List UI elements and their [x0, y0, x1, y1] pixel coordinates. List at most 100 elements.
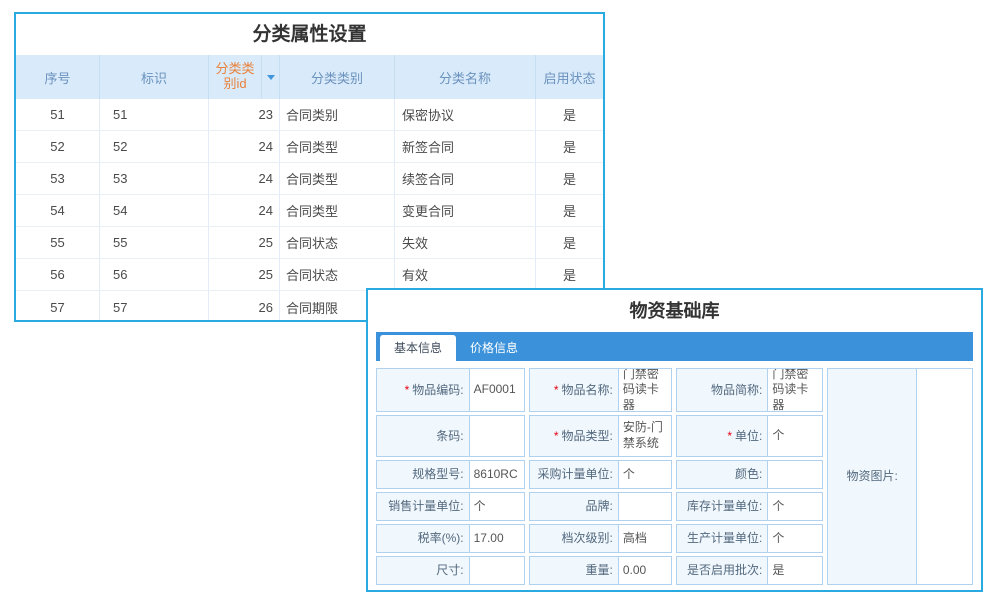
required-mark: * — [727, 429, 732, 444]
table-row[interactable]: 52 52 24 合同类型 新签合同 是 — [16, 131, 603, 163]
cell-identifier: 54 — [100, 195, 209, 226]
cell-category-type: 合同类型 — [280, 163, 395, 194]
cell-enable-status: 是 — [536, 163, 603, 194]
field-label: 采购计量单位: — [530, 461, 619, 488]
category-settings-panel: 分类属性设置 序号 标识 分类类别id 分类类别 分类名称 启用状态 51 51… — [14, 12, 605, 322]
cell-identifier: 53 — [100, 163, 209, 194]
field-label: 销售计量单位: — [377, 493, 470, 520]
chevron-down-icon — [267, 75, 275, 80]
cell-category-id: 24 — [209, 131, 280, 162]
field-stock-unit: 库存计量单位: 个 — [676, 492, 823, 521]
table-row[interactable]: 51 51 23 合同类别 保密协议 是 — [16, 99, 603, 131]
field-label: * 物品名称: — [530, 369, 619, 411]
field-unit: * 单位: 个 — [676, 415, 823, 457]
field-value — [470, 557, 524, 584]
cell-category-name: 续签合同 — [395, 163, 536, 194]
cell-identifier: 56 — [100, 259, 209, 290]
table-row[interactable]: 53 53 24 合同类型 续签合同 是 — [16, 163, 603, 195]
cell-seq: 57 — [16, 291, 100, 322]
cell-enable-status: 是 — [536, 99, 603, 130]
required-mark: * — [405, 383, 410, 398]
cell-category-id: 25 — [209, 227, 280, 258]
column-sort-dropdown[interactable] — [261, 55, 279, 99]
desktop: 分类属性设置 序号 标识 分类类别id 分类类别 分类名称 启用状态 51 51… — [0, 0, 1000, 600]
field-value — [768, 461, 822, 488]
field-label: 生产计量单位: — [677, 525, 768, 552]
basic-info-form: * 物品编码: AF0001 * 物品名称: 门禁密码读卡器 物品简称: 门禁密… — [376, 368, 973, 585]
field-value: 个 — [768, 493, 822, 520]
cell-identifier: 51 — [100, 99, 209, 130]
cell-category-id: 24 — [209, 163, 280, 194]
cell-category-type: 合同类型 — [280, 195, 395, 226]
field-value: 个 — [470, 493, 524, 520]
cell-category-id: 26 — [209, 291, 280, 322]
cell-category-type: 合同状态 — [280, 227, 395, 258]
field-label: 物品简称: — [677, 369, 768, 411]
cell-category-name: 保密协议 — [395, 99, 536, 130]
field-material-image: 物资图片: — [827, 368, 973, 585]
field-label: 尺寸: — [377, 557, 470, 584]
field-label: * 单位: — [677, 416, 768, 456]
table-row[interactable]: 54 54 24 合同类型 变更合同 是 — [16, 195, 603, 227]
cell-category-name: 失效 — [395, 227, 536, 258]
tab-price-info[interactable]: 价格信息 — [456, 335, 532, 361]
cell-seq: 52 — [16, 131, 100, 162]
cell-identifier: 55 — [100, 227, 209, 258]
cell-enable-status: 是 — [536, 227, 603, 258]
field-weight: 重量: 0.00 — [529, 556, 672, 585]
field-value: 是 — [768, 557, 822, 584]
table-row[interactable]: 55 55 25 合同状态 失效 是 — [16, 227, 603, 259]
field-label: 品牌: — [530, 493, 619, 520]
cell-enable-status: 是 — [536, 259, 603, 290]
cell-seq: 53 — [16, 163, 100, 194]
column-header-seq[interactable]: 序号 — [16, 55, 100, 99]
column-header-category-type[interactable]: 分类类别 — [280, 55, 395, 99]
column-header-category-id-label: 分类类别id — [209, 55, 261, 99]
material-panel-title: 物资基础库 — [368, 290, 981, 332]
column-header-identifier[interactable]: 标识 — [100, 55, 209, 99]
cell-category-type: 合同类别 — [280, 99, 395, 130]
tab-basic-info[interactable]: 基本信息 — [380, 335, 456, 361]
column-header-category-name[interactable]: 分类名称 — [395, 55, 536, 99]
field-label: * 物品编码: — [377, 369, 470, 411]
field-purchase-unit: 采购计量单位: 个 — [529, 460, 672, 489]
field-label: 库存计量单位: — [677, 493, 768, 520]
field-value: 门禁密码读卡器 — [619, 369, 671, 411]
field-value: 门禁密码读卡器 — [768, 369, 822, 411]
field-value: 个 — [619, 461, 671, 488]
field-value: 17.00 — [470, 525, 524, 552]
field-color: 颜色: — [676, 460, 823, 489]
cell-category-name: 新签合同 — [395, 131, 536, 162]
field-production-unit: 生产计量单位: 个 — [676, 524, 823, 553]
field-item-short-name: 物品简称: 门禁密码读卡器 — [676, 368, 823, 412]
field-tax-rate: 税率(%): 17.00 — [376, 524, 525, 553]
material-image-placeholder — [917, 369, 972, 584]
cell-category-id: 25 — [209, 259, 280, 290]
field-item-type: * 物品类型: 安防-门禁系统 — [529, 415, 672, 457]
field-batch-enabled: 是否启用批次: 是 — [676, 556, 823, 585]
field-value: 个 — [768, 416, 822, 456]
required-mark: * — [554, 383, 559, 398]
field-value: 8610RC — [470, 461, 524, 488]
cell-category-name: 变更合同 — [395, 195, 536, 226]
cell-identifier: 52 — [100, 131, 209, 162]
field-label: 规格型号: — [377, 461, 470, 488]
field-sales-unit: 销售计量单位: 个 — [376, 492, 525, 521]
field-value — [470, 416, 524, 456]
field-size: 尺寸: — [376, 556, 525, 585]
field-value: 0.00 — [619, 557, 671, 584]
field-spec-model: 规格型号: 8610RC — [376, 460, 525, 489]
cell-category-name: 有效 — [395, 259, 536, 290]
field-label: 颜色: — [677, 461, 768, 488]
cell-category-id: 23 — [209, 99, 280, 130]
table-row[interactable]: 56 56 25 合同状态 有效 是 — [16, 259, 603, 291]
field-value: AF0001 — [470, 369, 524, 411]
cell-identifier: 57 — [100, 291, 209, 322]
cell-enable-status: 是 — [536, 195, 603, 226]
field-barcode: 条码: — [376, 415, 525, 457]
column-header-category-id[interactable]: 分类类别id — [209, 55, 280, 99]
cell-enable-status: 是 — [536, 131, 603, 162]
field-item-name: * 物品名称: 门禁密码读卡器 — [529, 368, 672, 412]
cell-category-type: 合同状态 — [280, 259, 395, 290]
column-header-enable-status[interactable]: 启用状态 — [536, 55, 603, 99]
